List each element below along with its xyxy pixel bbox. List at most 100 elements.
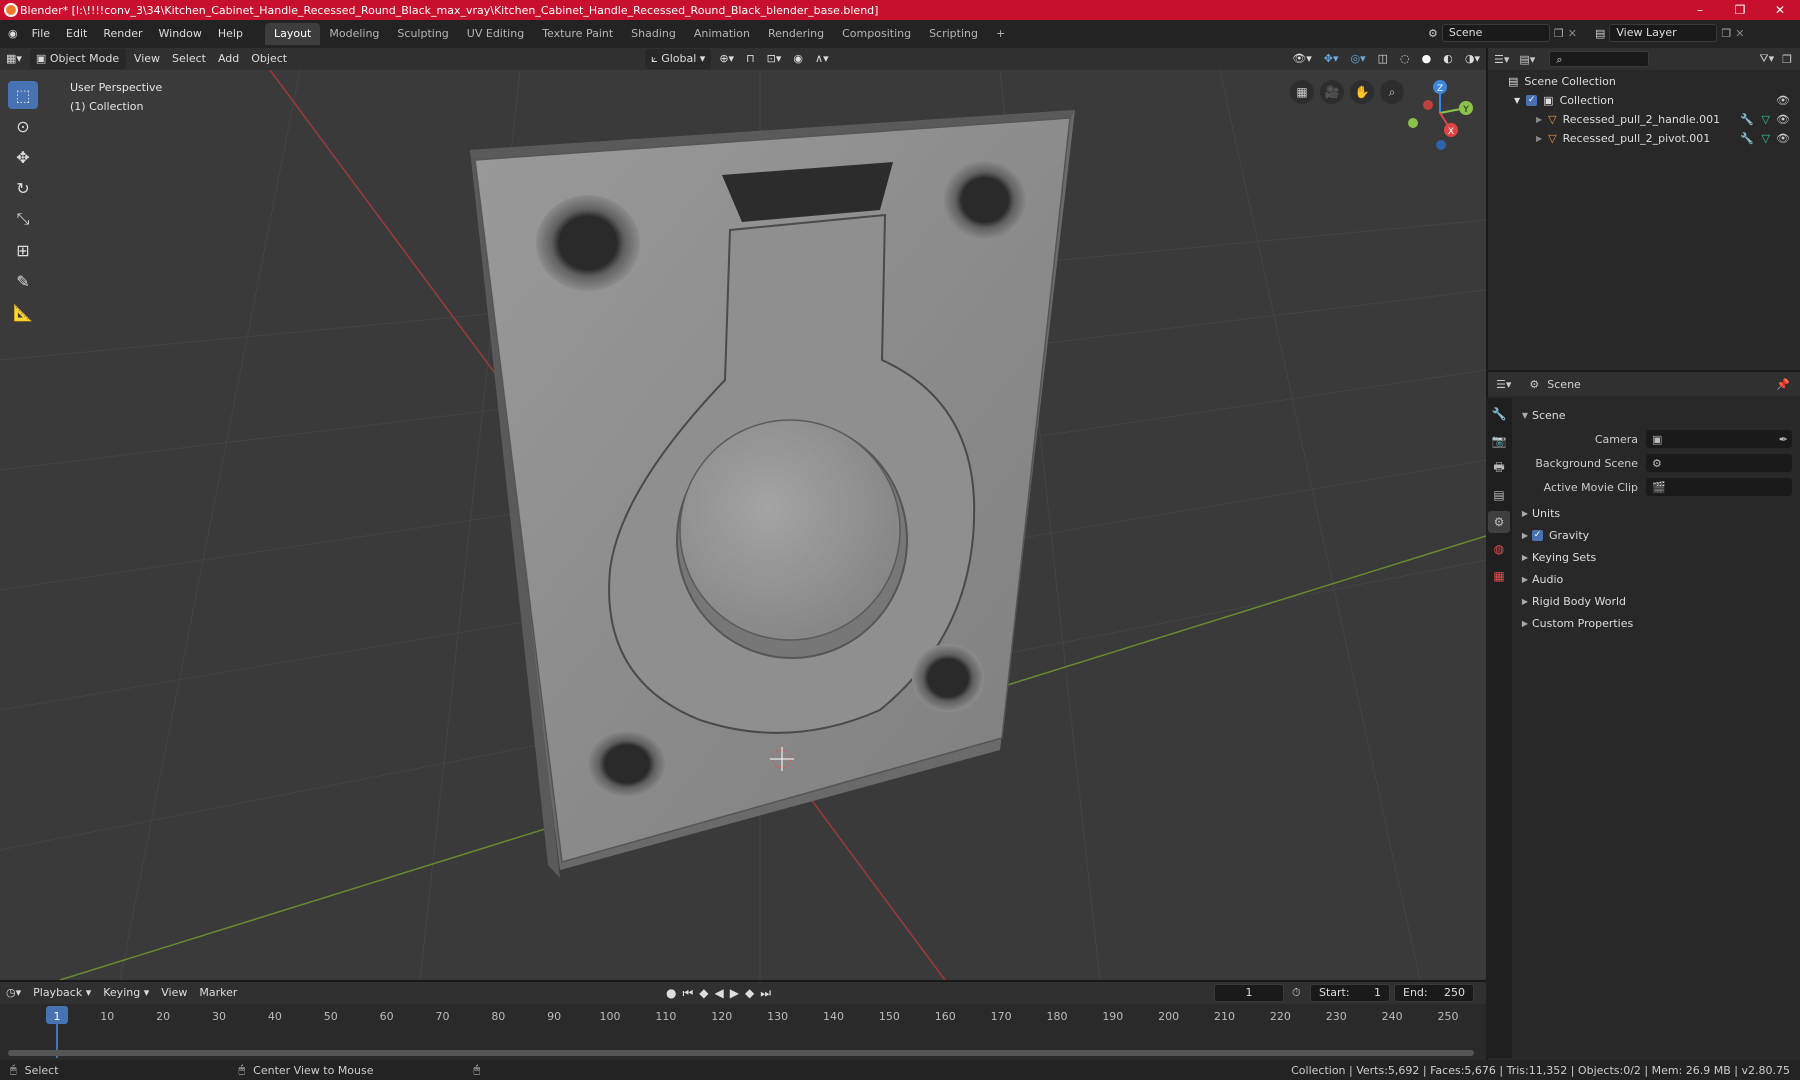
outliner-editor-icon[interactable]: ☰▾ bbox=[1494, 53, 1509, 66]
texture-tab-icon[interactable]: ▦ bbox=[1488, 565, 1510, 587]
falloff-icon[interactable]: ∧▾ bbox=[809, 49, 835, 69]
view-layer-tab-icon[interactable]: ▤ bbox=[1488, 484, 1510, 506]
tab-texture-paint[interactable]: Texture Paint bbox=[533, 23, 622, 45]
outliner-collection[interactable]: ▼ ✓ ▣ Collection 👁 bbox=[1488, 91, 1800, 110]
tab-animation[interactable]: Animation bbox=[685, 23, 759, 45]
xray-icon[interactable]: ◫ bbox=[1372, 49, 1394, 69]
tool-settings-tab-icon[interactable]: 🔧 bbox=[1488, 403, 1510, 425]
expand-triangle-icon[interactable]: ▶ bbox=[1536, 115, 1542, 124]
modifier-wrench-icon[interactable]: 🔧 bbox=[1740, 113, 1754, 126]
prev-keyframe-icon[interactable]: ◆ bbox=[699, 986, 708, 1001]
snap-icon[interactable]: ⊓ bbox=[740, 49, 761, 69]
tab-rendering[interactable]: Rendering bbox=[759, 23, 833, 45]
outliner-scene-collection[interactable]: ▤ Scene Collection bbox=[1488, 72, 1800, 91]
overlay-toggle-icon[interactable]: ◎▾ bbox=[1345, 49, 1372, 69]
close-button[interactable]: ✕ bbox=[1760, 0, 1800, 20]
pan-hand-icon[interactable]: ✋ bbox=[1350, 80, 1374, 104]
tab-scripting[interactable]: Scripting bbox=[920, 23, 987, 45]
outliner-object-row[interactable]: ▶ ▽ Recessed_pull_2_handle.001 🔧 ▽ 👁 bbox=[1488, 110, 1800, 129]
grid-view-icon[interactable]: ▦ bbox=[1290, 80, 1314, 104]
menu-file[interactable]: File bbox=[24, 23, 58, 45]
visibility-icon[interactable]: 👁▾ bbox=[1286, 49, 1318, 69]
timeline-scrollbar[interactable] bbox=[8, 1050, 1474, 1056]
jump-end-icon[interactable]: ⏭ bbox=[760, 986, 771, 1001]
background-scene-field[interactable]: ⚙ bbox=[1646, 454, 1792, 472]
measure-tool-icon[interactable]: 📐 bbox=[8, 298, 38, 326]
view-layer-selector[interactable]: View Layer bbox=[1609, 24, 1718, 42]
units-panel[interactable]: ▶ Units bbox=[1518, 502, 1800, 524]
tab-shading[interactable]: Shading bbox=[622, 23, 685, 45]
tab-layout[interactable]: Layout bbox=[264, 23, 321, 45]
collapse-triangle-icon[interactable]: ▼ bbox=[1514, 96, 1520, 105]
cabinet-handle-model[interactable] bbox=[470, 110, 1075, 878]
maximize-button[interactable]: ❐ bbox=[1720, 0, 1760, 20]
scene-tab-icon[interactable]: ⚙ bbox=[1488, 511, 1510, 533]
new-scene-icon[interactable]: ❐ bbox=[1554, 27, 1564, 40]
display-mode-icon[interactable]: ▤▾ bbox=[1519, 53, 1535, 66]
menu-render[interactable]: Render bbox=[95, 23, 150, 45]
zoom-icon[interactable]: ⌕ bbox=[1380, 80, 1404, 104]
play-icon[interactable]: ▶ bbox=[730, 986, 739, 1001]
3d-viewport[interactable]: Z Y X bbox=[0, 70, 1486, 980]
collection-visibility-eye-icon[interactable]: 👁 bbox=[1776, 94, 1790, 107]
audio-panel[interactable]: ▶ Audio bbox=[1518, 568, 1800, 590]
next-keyframe-icon[interactable]: ◆ bbox=[745, 986, 754, 1001]
expand-triangle-icon[interactable]: ▶ bbox=[1536, 134, 1542, 143]
eyedropper-icon[interactable]: ✒ bbox=[1779, 433, 1788, 446]
gravity-checkbox[interactable]: ✓ bbox=[1532, 529, 1543, 541]
camera-view-icon[interactable]: 🎥 bbox=[1320, 80, 1344, 104]
solid-shading-icon[interactable]: ● bbox=[1416, 49, 1438, 69]
filter-icon[interactable]: ⛛▾ bbox=[1759, 52, 1774, 66]
outliner-object-row[interactable]: ▶ ▽ Recessed_pull_2_pivot.001 🔧 ▽ 👁 bbox=[1488, 129, 1800, 148]
move-tool-icon[interactable]: ✥ bbox=[8, 143, 38, 171]
object-visibility-eye-icon[interactable]: 👁 bbox=[1776, 113, 1790, 126]
render-tab-icon[interactable]: 📷 bbox=[1488, 430, 1510, 452]
scene-section-header[interactable]: ▼ Scene bbox=[1518, 404, 1800, 426]
editor-type-icon[interactable]: ▦▾ bbox=[0, 49, 28, 69]
jump-start-icon[interactable]: ⏮ bbox=[682, 986, 693, 1001]
new-view-layer-icon[interactable]: ❐ bbox=[1721, 27, 1731, 40]
world-tab-icon[interactable]: ◍ bbox=[1488, 538, 1510, 560]
mesh-data-icon[interactable]: ▽ bbox=[1762, 132, 1770, 145]
rigid-body-world-panel[interactable]: ▶ Rigid Body World bbox=[1518, 590, 1800, 612]
menu-timeline-view[interactable]: View bbox=[155, 983, 193, 1003]
properties-editor-icon[interactable]: ☰▾ bbox=[1496, 378, 1511, 391]
menu-keying[interactable]: Keying ▾ bbox=[97, 983, 155, 1003]
outliner-search-input[interactable]: ⌕ bbox=[1549, 51, 1650, 67]
annotate-tool-icon[interactable]: ✎ bbox=[8, 267, 38, 295]
select-box-tool-icon[interactable]: ⬚ bbox=[8, 81, 38, 109]
pin-icon[interactable]: 📌 bbox=[1776, 378, 1790, 391]
minimize-button[interactable]: – bbox=[1680, 0, 1720, 20]
start-frame-field[interactable]: Start: 1 bbox=[1310, 984, 1390, 1002]
remove-view-layer-icon[interactable]: ✕ bbox=[1735, 27, 1744, 40]
add-workspace-button[interactable]: + bbox=[987, 23, 1014, 45]
gizmo-toggle-icon[interactable]: ✥▾ bbox=[1318, 49, 1345, 69]
scale-tool-icon[interactable]: ⤡ bbox=[8, 205, 38, 233]
rendered-shading-icon[interactable]: ◑▾ bbox=[1459, 49, 1486, 69]
custom-properties-panel[interactable]: ▶ Custom Properties bbox=[1518, 612, 1800, 634]
menu-view[interactable]: View bbox=[128, 49, 166, 69]
mesh-data-icon[interactable]: ▽ bbox=[1762, 113, 1770, 126]
end-frame-field[interactable]: End: 250 bbox=[1394, 984, 1474, 1002]
gravity-panel[interactable]: ▶ ✓ Gravity bbox=[1518, 524, 1800, 546]
blender-menu-icon[interactable]: ◉ bbox=[0, 23, 24, 45]
cursor-tool-icon[interactable]: ⊙ bbox=[8, 112, 38, 140]
play-reverse-icon[interactable]: ◀ bbox=[715, 986, 724, 1001]
menu-object[interactable]: Object bbox=[245, 49, 293, 69]
tab-uv-editing[interactable]: UV Editing bbox=[458, 23, 533, 45]
stopwatch-icon[interactable]: ⏱ bbox=[1292, 986, 1301, 1000]
remove-scene-icon[interactable]: ✕ bbox=[1568, 27, 1577, 40]
timeline-editor-icon[interactable]: ◷▾ bbox=[0, 983, 27, 1003]
menu-edit[interactable]: Edit bbox=[58, 23, 95, 45]
tab-sculpting[interactable]: Sculpting bbox=[388, 23, 457, 45]
camera-field[interactable]: ▣ ✒ bbox=[1646, 430, 1792, 448]
pivot-point-icon[interactable]: ⊕▾ bbox=[713, 49, 740, 69]
menu-window[interactable]: Window bbox=[151, 23, 210, 45]
material-shading-icon[interactable]: ◐ bbox=[1437, 49, 1459, 69]
wireframe-shading-icon[interactable]: ◌ bbox=[1394, 49, 1416, 69]
transform-orientation-dropdown[interactable]: ⟀ Global ▾ bbox=[645, 49, 712, 69]
record-icon[interactable]: ● bbox=[666, 986, 676, 1001]
movie-clip-field[interactable]: 🎬 bbox=[1646, 478, 1792, 496]
proportional-editing-icon[interactable]: ◉ bbox=[787, 49, 809, 69]
menu-help[interactable]: Help bbox=[210, 23, 251, 45]
